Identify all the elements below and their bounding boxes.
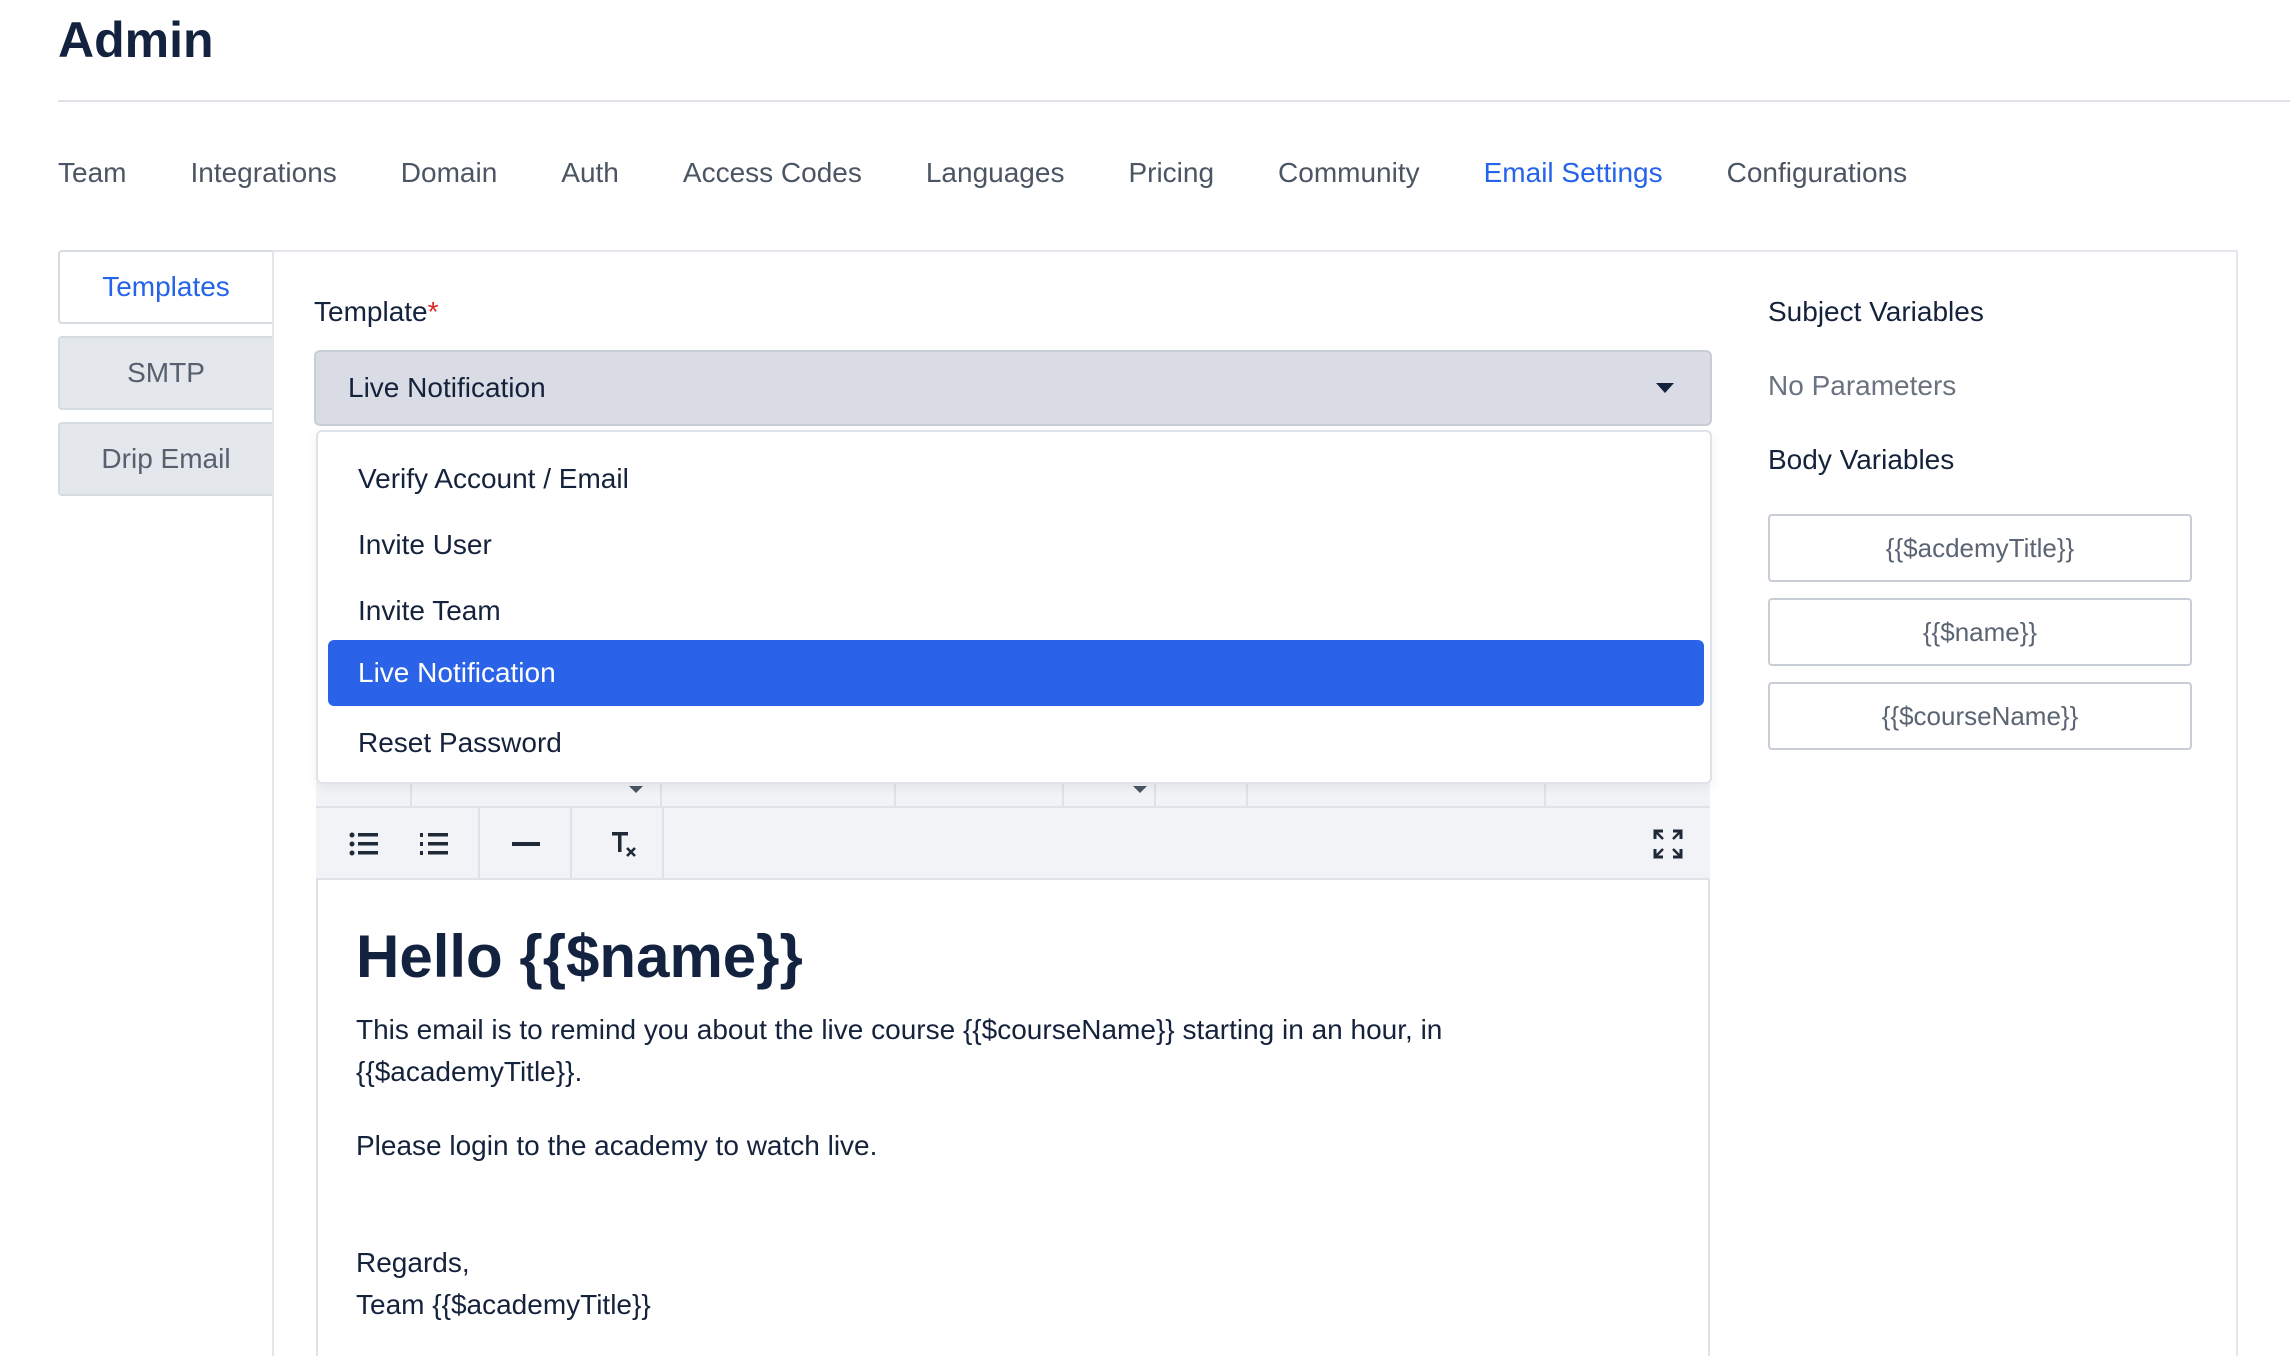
fullscreen-icon[interactable] [1650,826,1686,862]
dropdown-option[interactable]: Reset Password [328,710,1704,776]
tab-auth[interactable]: Auth [561,148,619,198]
subject-variables-empty: No Parameters [1768,370,1957,401]
dropdown-option[interactable]: Verify Account / Email [328,446,1704,512]
toolbar-separator [1062,782,1064,808]
template-label-text: Template [314,296,428,327]
tab-access-codes[interactable]: Access Codes [683,148,862,198]
toolbar-separator [1544,782,1546,808]
editor-paragraph-line: This email is to remind you about the li… [356,1014,1443,1045]
tab-email-settings[interactable]: Email Settings [1484,148,1663,198]
editor-closing: Regards, [356,1247,470,1278]
numbered-list-icon[interactable] [416,826,452,862]
body-variable-button[interactable]: {{$name}} [1768,598,2192,666]
required-marker: * [427,296,439,327]
editor-signature: Team {{$academyTitle}} [356,1289,651,1320]
subject-variables-heading: Subject Variables [1768,296,1984,327]
template-select-value: Live Notification [348,372,546,403]
toolbar-separator [1154,782,1156,808]
editor-paragraph: Please login to the academy to watch liv… [356,1130,878,1161]
caret-down-icon[interactable] [629,786,643,793]
tab-team[interactable]: Team [58,148,126,198]
editor-toolbar [316,808,1710,880]
bulleted-list-icon[interactable] [346,826,382,862]
title-divider [58,100,2290,102]
page-title: Admin [58,12,214,68]
side-nav-templates[interactable]: Templates [58,250,272,324]
editor-toolbar-row-1 [316,782,1710,808]
editor-heading: Hello {{$name}} [356,923,803,990]
toolbar-separator [660,782,662,808]
top-tabs: Team Integrations Domain Auth Access Cod… [58,148,1971,198]
dropdown-option[interactable]: Invite Team [328,578,1704,644]
toolbar-separator [570,808,572,880]
side-nav-drip-email[interactable]: Drip Email [58,422,272,496]
body-variable-button[interactable]: {{$courseName}} [1768,682,2192,750]
toolbar-separator [662,808,664,880]
toolbar-separator [894,782,896,808]
template-label: Template* [314,290,439,334]
tab-domain[interactable]: Domain [401,148,497,198]
toolbar-separator [478,808,480,880]
tab-languages[interactable]: Languages [926,148,1065,198]
toolbar-separator [1246,782,1248,808]
body-variable-button[interactable]: {{$acdemyTitle}} [1768,514,2192,582]
body-variables-heading: Body Variables [1768,444,1955,475]
tab-integrations[interactable]: Integrations [190,148,336,198]
caret-down-icon[interactable] [1133,786,1147,793]
toolbar-separator [410,782,412,808]
template-dropdown-menu: Verify Account / Email Invite User Invit… [316,430,1712,784]
caret-down-icon [1656,383,1674,393]
tab-community[interactable]: Community [1278,148,1420,198]
horizontal-rule-icon[interactable] [508,826,544,862]
dropdown-option-selected[interactable]: Live Notification [328,640,1704,706]
editor-paragraph-line: {{$academyTitle}}. [356,1056,583,1087]
side-nav-smtp[interactable]: SMTP [58,336,272,410]
tab-configurations[interactable]: Configurations [1727,148,1908,198]
tab-pricing[interactable]: Pricing [1128,148,1214,198]
template-select[interactable]: Live Notification [314,350,1712,426]
dropdown-option[interactable]: Invite User [328,512,1704,578]
clear-format-icon[interactable] [606,826,642,862]
